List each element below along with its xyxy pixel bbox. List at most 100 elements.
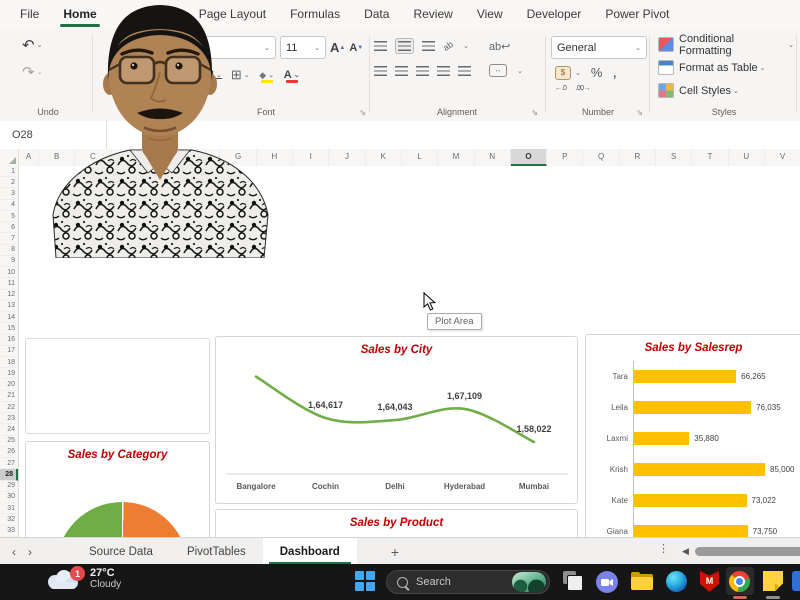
chart-partially-hidden[interactable] [25, 338, 210, 434]
row-header-24[interactable]: 24 [0, 424, 18, 435]
chat-icon[interactable] [596, 571, 618, 593]
align-right-button[interactable] [416, 66, 429, 76]
row-header-22[interactable]: 22 [0, 402, 18, 413]
taskbar-weather-widget[interactable]: 1 27°C Cloudy [42, 567, 121, 591]
column-header-Q[interactable]: Q [583, 149, 619, 166]
increase-decimal-button[interactable]: ←.0 [555, 85, 566, 92]
row-header-6[interactable]: 6 [0, 222, 18, 233]
align-center-button[interactable] [395, 66, 408, 76]
column-header-A[interactable]: A [19, 149, 39, 166]
column-header-I[interactable]: I [293, 149, 329, 166]
alignment-dialog-launcher[interactable]: ⇘ [531, 108, 538, 117]
horizontal-scrollbar-thumb[interactable] [695, 547, 800, 556]
row-header-4[interactable]: 4 [0, 200, 18, 211]
row-header-13[interactable]: 13 [0, 301, 18, 312]
sheet-tab-source-data[interactable]: Source Data [72, 538, 170, 565]
styles-button-cell-styles[interactable]: Cell Styles⌄ [654, 79, 794, 102]
ribbon-tab-formulas[interactable]: Formulas [278, 0, 352, 28]
row-header-20[interactable]: 20 [0, 379, 18, 390]
row-header-11[interactable]: 11 [0, 278, 18, 289]
edge-browser-icon[interactable] [666, 571, 687, 592]
font-size-select[interactable]: 11⌄ [280, 36, 326, 59]
row-header-2[interactable]: 2 [0, 177, 18, 188]
align-bottom-button[interactable] [422, 41, 435, 51]
increase-indent-button[interactable] [458, 66, 471, 76]
ribbon-tab-power-pivot[interactable]: Power Pivot [593, 0, 681, 28]
row-header-15[interactable]: 15 [0, 323, 18, 334]
column-header-S[interactable]: S [656, 149, 692, 166]
sheetbar-overflow-dots[interactable]: ⋮ [658, 542, 669, 555]
grow-font-button[interactable]: A▲ [330, 40, 345, 55]
row-header-23[interactable]: 23 [0, 413, 18, 424]
row-header-32[interactable]: 32 [0, 514, 18, 525]
font-dialog-launcher[interactable]: ⇘ [359, 108, 366, 117]
wrap-text-button[interactable]: ab↩ [489, 40, 510, 53]
row-header-9[interactable]: 9 [0, 256, 18, 267]
taskbar-search[interactable]: Search [386, 570, 550, 594]
column-header-M[interactable]: M [438, 149, 474, 166]
row-header-1[interactable]: 1 [0, 166, 18, 177]
align-top-button[interactable] [374, 41, 387, 51]
select-all-corner[interactable] [0, 149, 19, 166]
column-header-O[interactable]: O [511, 149, 547, 166]
row-header-3[interactable]: 3 [0, 188, 18, 199]
sheet-nav-right[interactable]: › [28, 538, 44, 565]
column-header-U[interactable]: U [729, 149, 765, 166]
row-header-21[interactable]: 21 [0, 391, 18, 402]
chrome-browser-icon[interactable] [729, 571, 750, 592]
row-header-17[interactable]: 17 [0, 346, 18, 357]
row-header-19[interactable]: 19 [0, 368, 18, 379]
row-header-8[interactable]: 8 [0, 245, 18, 256]
accounting-format-button[interactable]: $ [555, 66, 571, 80]
column-header-T[interactable]: T [692, 149, 728, 166]
row-header-26[interactable]: 26 [0, 447, 18, 458]
align-left-button[interactable] [374, 66, 387, 76]
merge-caret[interactable]: ⌄ [517, 67, 523, 75]
orientation-caret[interactable]: ⌄ [463, 42, 469, 50]
row-header-10[interactable]: 10 [0, 267, 18, 278]
number-dialog-launcher[interactable]: ⇘ [636, 108, 643, 117]
row-header-16[interactable]: 16 [0, 335, 18, 346]
start-button[interactable] [355, 571, 375, 591]
new-sheet-button[interactable]: + [375, 538, 415, 565]
undo-button[interactable]: ↶⌄ [22, 36, 42, 54]
row-header-7[interactable]: 7 [0, 233, 18, 244]
accounting-caret[interactable]: ⌄ [575, 69, 581, 77]
number-format-select[interactable]: General⌄ [551, 36, 647, 59]
comma-style-button[interactable]: , [612, 70, 616, 76]
row-header-14[interactable]: 14 [0, 312, 18, 323]
percent-style-button[interactable]: % [591, 65, 603, 80]
row-header-29[interactable]: 29 [0, 481, 18, 492]
merge-center-button[interactable]: ↔ [489, 64, 507, 77]
hscroll-left-arrow[interactable]: ◀ [682, 546, 689, 557]
ribbon-tab-developer[interactable]: Developer [515, 0, 594, 28]
column-header-L[interactable]: L [402, 149, 438, 166]
column-header-V[interactable]: V [765, 149, 800, 166]
row-header-5[interactable]: 5 [0, 211, 18, 222]
ribbon-tab-view[interactable]: View [465, 0, 515, 28]
ribbon-tab-data[interactable]: Data [352, 0, 401, 28]
font-color-button[interactable]: A⌄ [284, 67, 300, 83]
row-header-28[interactable]: 28 [0, 469, 18, 480]
row-header-27[interactable]: 27 [0, 458, 18, 469]
row-header-18[interactable]: 18 [0, 357, 18, 368]
chart-sales-by-city[interactable]: Sales by City 1,64,6171,64,0431,67,1091,… [215, 336, 578, 504]
task-view-icon[interactable] [563, 571, 583, 591]
row-header-30[interactable]: 30 [0, 492, 18, 503]
decrease-decimal-button[interactable]: .00→ [575, 85, 590, 92]
column-header-N[interactable]: N [475, 149, 511, 166]
decrease-indent-button[interactable] [437, 66, 450, 76]
redo-button[interactable]: ↷⌄ [22, 63, 42, 81]
align-middle-button[interactable] [395, 38, 414, 54]
orientation-button[interactable]: ab [441, 39, 455, 53]
column-header-P[interactable]: P [547, 149, 583, 166]
partial-app-icon[interactable] [792, 571, 800, 591]
file-explorer-icon[interactable] [631, 571, 653, 593]
row-header-31[interactable]: 31 [0, 503, 18, 514]
styles-button-conditional-formatting[interactable]: Conditional Formatting⌄ [654, 33, 794, 56]
mcafee-icon[interactable]: M [700, 571, 719, 592]
ribbon-tab-file[interactable]: File [8, 0, 51, 28]
sticky-notes-icon[interactable] [763, 571, 783, 591]
row-header-33[interactable]: 33 [0, 526, 18, 537]
column-header-K[interactable]: K [366, 149, 402, 166]
